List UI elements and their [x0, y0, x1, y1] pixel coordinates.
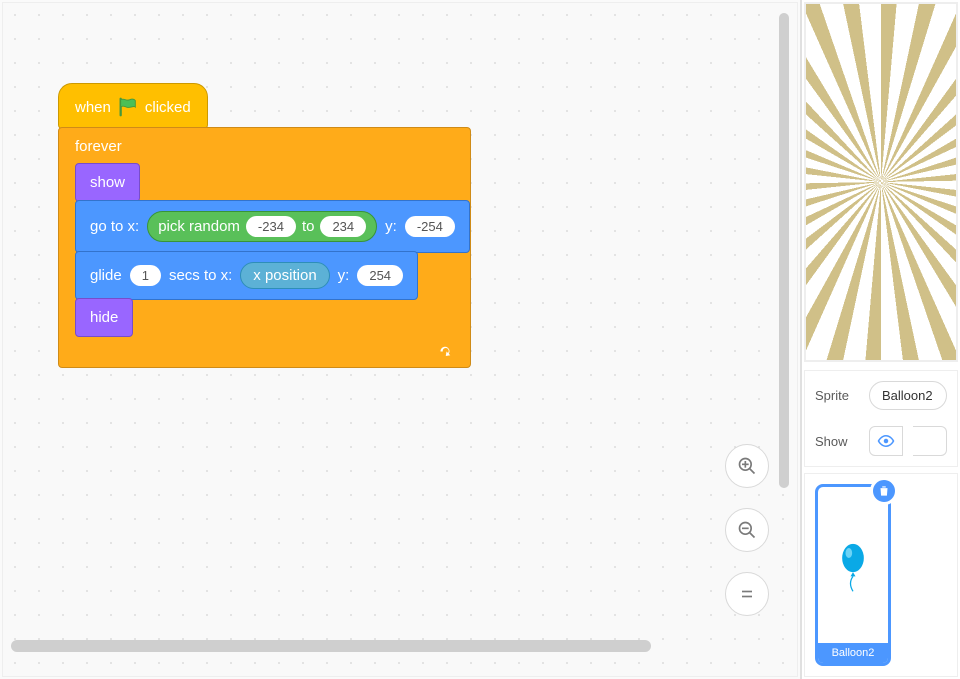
zoom-out-button[interactable] [725, 508, 769, 552]
when-flag-clicked-block[interactable]: when clicked [58, 83, 208, 129]
sprite-info-panel: Sprite Balloon2 Show [804, 370, 958, 467]
hat-text-pre: when [75, 99, 111, 116]
visibility-show-button[interactable] [869, 426, 903, 456]
sprite-caption: Balloon2 [818, 643, 888, 663]
zoom-in-button[interactable] [725, 444, 769, 488]
goto-pre: go to x: [90, 218, 139, 235]
stage-backdrop-rays [806, 4, 956, 360]
right-panel: Sprite Balloon2 Show Ballo [800, 0, 960, 679]
v-scroll-thumb[interactable] [779, 13, 789, 488]
glide-mid: secs to x: [169, 267, 232, 284]
x-position-label: x position [253, 267, 316, 284]
v-scroll-track[interactable] [779, 13, 789, 488]
block-stack[interactable]: when clicked forever show go to x: pick … [58, 83, 471, 368]
forever-body: show go to x: pick random -234 to 234 y:… [75, 165, 470, 337]
code-workspace[interactable]: when clicked forever show go to x: pick … [2, 2, 798, 677]
random-from-input[interactable]: -234 [246, 216, 296, 237]
glide-y-input[interactable]: 254 [357, 265, 403, 286]
hide-block[interactable]: hide [75, 298, 133, 337]
sprite-name-input[interactable]: Balloon2 [869, 381, 947, 410]
random-mid: to [302, 218, 315, 235]
glide-block[interactable]: glide 1 secs to x: x position y: 254 [75, 251, 418, 300]
show-block[interactable]: show [75, 163, 140, 202]
glide-y-label: y: [338, 267, 350, 284]
hat-text-post: clicked [145, 99, 191, 116]
forever-label: forever [75, 138, 122, 155]
balloon-icon [836, 543, 870, 593]
glide-pre: glide [90, 267, 122, 284]
goto-y-label: y: [385, 218, 397, 235]
goto-y-input[interactable]: -254 [405, 216, 455, 237]
zoom-controls [725, 444, 769, 616]
sprite-label: Sprite [815, 388, 859, 403]
glide-secs-input[interactable]: 1 [130, 265, 161, 286]
random-pre: pick random [158, 218, 240, 235]
sprite-list: Balloon2 [804, 473, 958, 677]
green-flag-icon [117, 96, 139, 118]
loop-arrow-icon [436, 341, 454, 363]
sprite-thumbnail [818, 487, 888, 643]
zoom-reset-button[interactable] [725, 572, 769, 616]
x-position-reporter[interactable]: x position [240, 262, 329, 289]
pick-random-block[interactable]: pick random -234 to 234 [147, 211, 377, 242]
random-to-input[interactable]: 234 [320, 216, 366, 237]
visibility-hide-button[interactable] [913, 426, 947, 456]
delete-sprite-button[interactable] [870, 477, 898, 505]
hide-label: hide [90, 309, 118, 326]
h-scroll-thumb[interactable] [11, 640, 651, 652]
trash-icon [877, 484, 891, 498]
forever-block[interactable]: forever show go to x: pick random -234 t… [58, 127, 471, 368]
eye-icon [877, 432, 895, 450]
goto-xy-block[interactable]: go to x: pick random -234 to 234 y: -254 [75, 200, 470, 253]
stage-preview[interactable] [804, 2, 958, 362]
forever-loop-footer [59, 337, 470, 367]
show-label: show [90, 174, 125, 191]
sprite-tile-balloon2[interactable]: Balloon2 [815, 484, 891, 666]
show-label: Show [815, 434, 859, 449]
